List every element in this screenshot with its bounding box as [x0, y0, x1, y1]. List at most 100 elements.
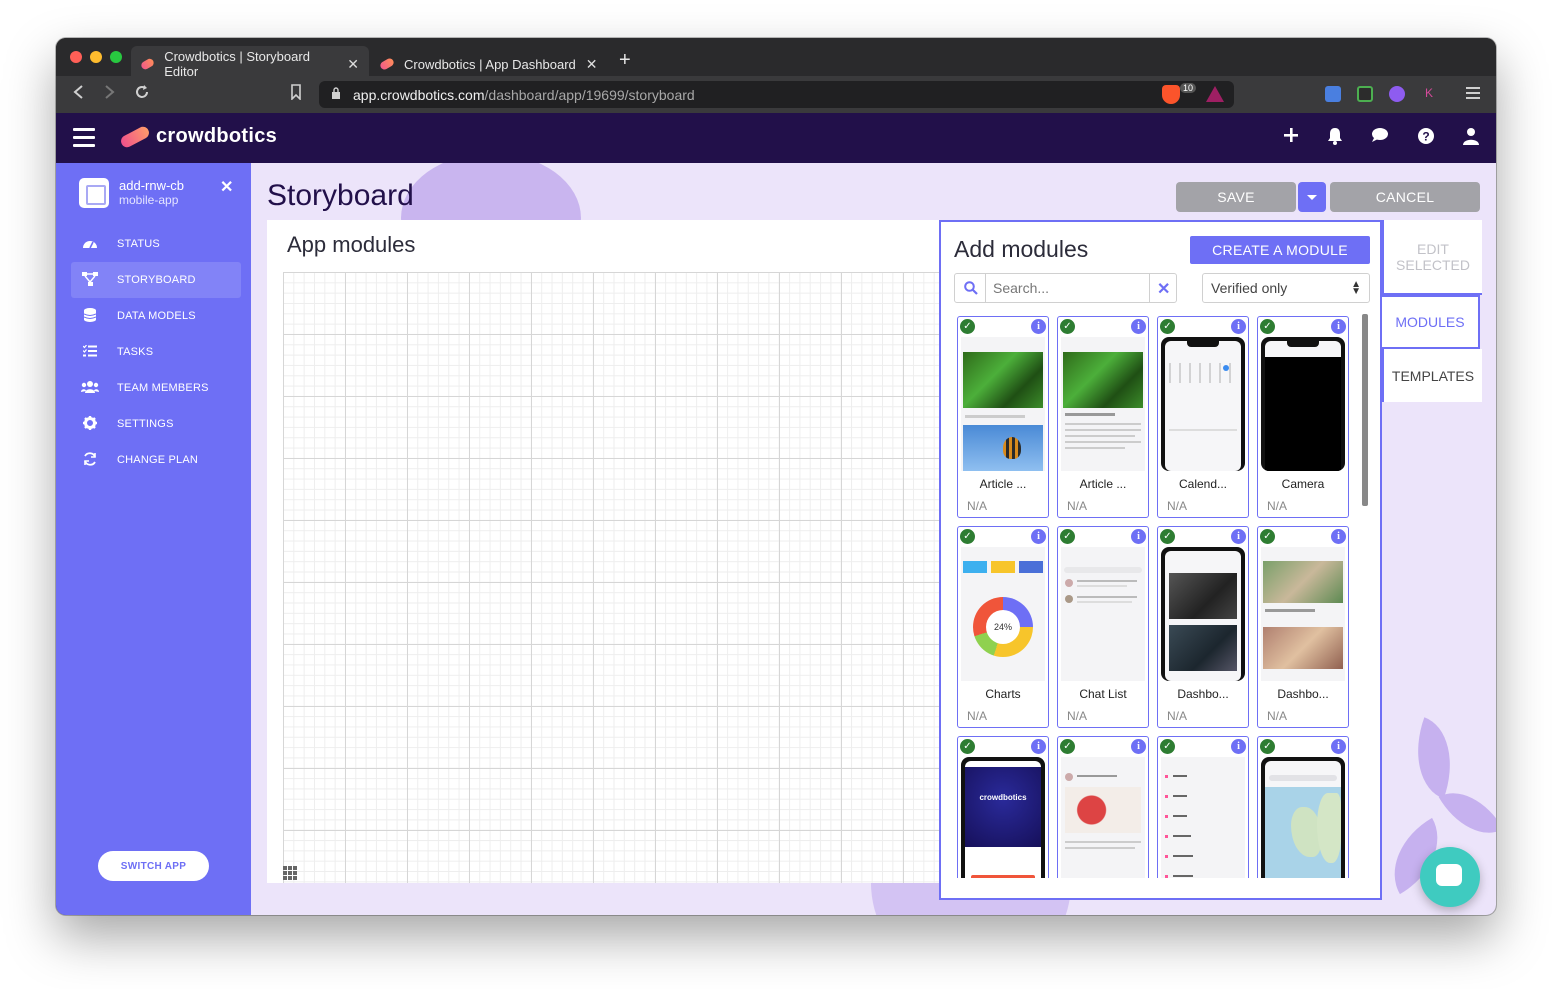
plus-icon[interactable] [1281, 127, 1301, 148]
info-icon[interactable]: i [1231, 739, 1246, 754]
sidebar-item-tasks[interactable]: TASKS [71, 334, 241, 370]
module-name: Charts [985, 687, 1021, 701]
project-icon [79, 178, 109, 208]
module-card-feed[interactable]: ✓ i [1057, 736, 1149, 878]
sidebar-item-status[interactable]: STATUS [71, 226, 241, 262]
brave-rewards-icon[interactable] [1206, 86, 1224, 102]
crowdbotics-logo-icon [118, 124, 152, 149]
close-tab-icon[interactable]: ✕ [586, 56, 598, 73]
sidebar-item-settings[interactable]: SETTINGS [71, 406, 241, 442]
module-preview [1261, 337, 1345, 471]
sidebar-item-label: SETTINGS [117, 418, 174, 430]
verified-check-icon: ✓ [1060, 739, 1075, 754]
info-icon[interactable]: i [1131, 529, 1146, 544]
verified-check-icon: ✓ [960, 739, 975, 754]
bookmark-icon[interactable] [290, 84, 302, 105]
bell-icon[interactable] [1325, 127, 1345, 150]
tab-modules[interactable]: MODULES [1382, 295, 1480, 349]
sidebar-item-change-plan[interactable]: CHANGE PLAN [71, 442, 241, 478]
close-project-icon[interactable]: ✕ [220, 177, 233, 197]
grid-toggle-icon[interactable] [283, 866, 299, 880]
info-icon[interactable]: i [1331, 739, 1346, 754]
support-chat-button[interactable] [1420, 847, 1480, 907]
verified-check-icon: ✓ [1260, 739, 1275, 754]
filter-value: Verified only [1211, 280, 1288, 296]
crowdbotics-favicon-icon [139, 57, 156, 71]
background-decoration [1438, 777, 1496, 849]
module-preview [1061, 337, 1145, 471]
module-card-chat-list[interactable]: ✓ i Chat List N/A [1057, 526, 1149, 728]
m-extension-icon[interactable] [1357, 86, 1373, 102]
sidebar-item-label: STATUS [117, 238, 160, 250]
canvas-title: App modules [287, 232, 416, 257]
chat-icon[interactable] [1370, 127, 1390, 148]
maximize-window-button[interactable] [110, 51, 122, 63]
module-card-camera[interactable]: ✓ i Camera N/A [1257, 316, 1349, 518]
info-icon[interactable]: i [1331, 529, 1346, 544]
app-header: crowdbotics ? [56, 113, 1496, 163]
switch-app-button[interactable]: SWITCH APP [98, 851, 209, 881]
forward-icon[interactable] [104, 84, 116, 105]
translate-extension-icon[interactable] [1325, 86, 1341, 102]
module-preview [1061, 757, 1145, 878]
clear-search-icon[interactable]: ✕ [1157, 279, 1170, 299]
save-button[interactable]: SAVE [1176, 182, 1296, 212]
create-module-button[interactable]: CREATE A MODULE [1190, 236, 1370, 264]
verified-check-icon: ✓ [960, 529, 975, 544]
back-icon[interactable] [72, 84, 84, 105]
search-input[interactable] [993, 279, 1143, 297]
close-tab-icon[interactable]: ✕ [347, 56, 359, 73]
info-icon[interactable]: i [1231, 529, 1246, 544]
module-name: Dashbo... [1177, 687, 1229, 701]
module-preview: 24% [961, 547, 1045, 681]
module-card-dashboard-1[interactable]: ✓ i Dashbo... N/A [1157, 526, 1249, 728]
module-name: Camera [1281, 477, 1325, 491]
module-card-calendar[interactable]: ✓ i Calend... N/A [1157, 316, 1249, 518]
tab-title: Crowdbotics | Storyboard Editor [164, 49, 310, 79]
help-icon[interactable]: ? [1416, 127, 1436, 150]
info-icon[interactable]: i [1031, 529, 1046, 544]
info-icon[interactable]: i [1031, 319, 1046, 334]
lock-icon [332, 87, 340, 99]
cancel-button[interactable]: CANCEL [1330, 182, 1480, 212]
module-list-scrollbar[interactable] [1362, 314, 1368, 506]
verified-check-icon: ✓ [1160, 319, 1175, 334]
tab-edit-selected[interactable]: EDIT SELECTED [1382, 220, 1482, 295]
project-switcher[interactable]: add-rnw-cb mobile-app [79, 178, 184, 208]
browser-menu-icon[interactable] [1466, 86, 1482, 102]
info-icon[interactable]: i [1231, 319, 1246, 334]
crowdbotics-logo[interactable]: crowdbotics [118, 124, 277, 149]
gauge-icon [81, 237, 99, 252]
module-card-article-view[interactable]: ✓ i Article ... N/A [1057, 316, 1149, 518]
new-tab-button[interactable]: + [619, 49, 631, 72]
info-icon[interactable]: i [1031, 739, 1046, 754]
user-icon[interactable] [1461, 127, 1481, 150]
k-extension-icon[interactable]: K [1421, 86, 1437, 102]
tab-templates[interactable]: TEMPLATES [1382, 349, 1482, 402]
reload-icon[interactable] [134, 84, 150, 105]
module-card-article-list[interactable]: ✓ i Article ... N/A [957, 316, 1049, 518]
info-icon[interactable]: i [1331, 319, 1346, 334]
save-options-dropdown[interactable] [1298, 182, 1326, 212]
info-icon[interactable]: i [1131, 739, 1146, 754]
minimize-window-button[interactable] [90, 51, 102, 63]
module-card-charts[interactable]: ✓ i 24% Charts N/A [957, 526, 1049, 728]
caret-down-icon [1307, 194, 1317, 200]
close-window-button[interactable] [70, 51, 82, 63]
hamburger-menu-icon[interactable] [73, 128, 95, 152]
sidebar-item-data-models[interactable]: DATA MODELS [71, 298, 241, 334]
storyboard-grid[interactable] [283, 272, 941, 883]
module-card-dashboard-2[interactable]: ✓ i Dashbo... N/A [1257, 526, 1349, 728]
module-card-splash[interactable]: ✓ i crowdbotics [957, 736, 1049, 878]
module-name: Dashbo... [1277, 687, 1329, 701]
info-icon[interactable]: i [1131, 319, 1146, 334]
sidebar-item-storyboard[interactable]: STORYBOARD [71, 262, 241, 298]
verified-filter-select[interactable]: Verified only ▲ ▼ [1202, 273, 1370, 303]
background-decoration [1400, 717, 1468, 799]
module-card-maps[interactable]: ✓ i [1257, 736, 1349, 878]
globe-extension-icon[interactable] [1389, 86, 1405, 102]
brave-shields-icon[interactable] [1162, 85, 1180, 104]
url-field[interactable]: app.crowdbotics.com/dashboard/app/19699/… [319, 81, 1234, 108]
module-card-list-menu[interactable]: ✓ i [1157, 736, 1249, 878]
sidebar-item-team-members[interactable]: TEAM MEMBERS [71, 370, 241, 406]
